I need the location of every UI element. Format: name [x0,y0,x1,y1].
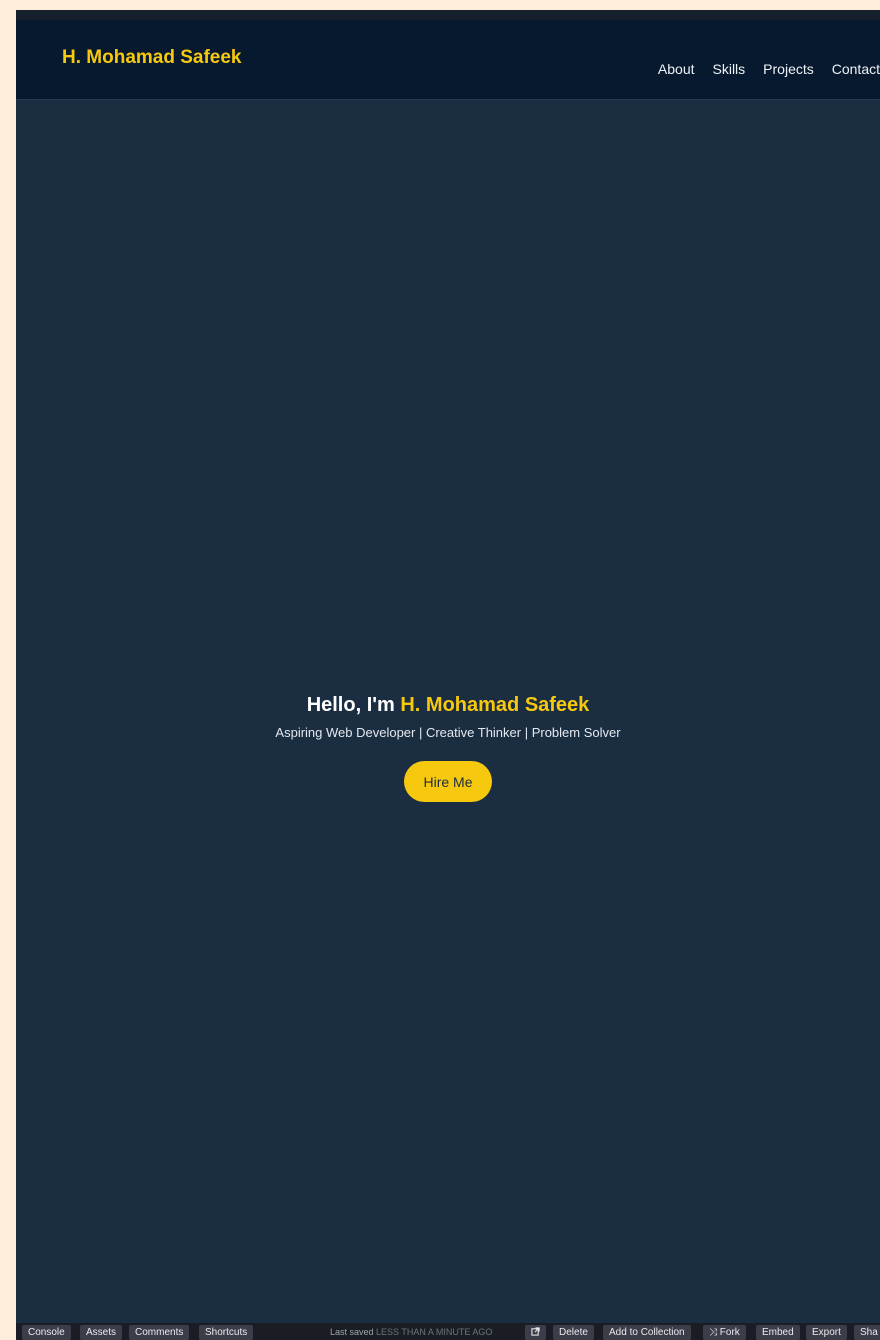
main-nav: About Skills Projects Contact [658,61,880,77]
last-saved-label: Last saved [330,1327,374,1337]
site-header: H. Mohamad Safeek About Skills Projects … [16,20,880,100]
fork-button[interactable]: ⤨ Fork [703,1325,746,1340]
nav-about[interactable]: About [658,61,695,77]
hero-section: Hello, I'm H. Mohamad Safeek Aspiring We… [16,694,880,802]
last-saved-status: Last saved LESS THAN A MINUTE AGO [330,1325,492,1340]
fork-icon: ⤨ [709,1327,720,1338]
assets-button[interactable]: Assets [80,1325,123,1340]
hero-name: H. Mohamad Safeek [400,694,590,716]
preview-frame: H. Mohamad Safeek About Skills Projects … [16,10,880,1326]
top-strip [16,10,880,20]
hero-greeting: Hello, I'm [306,694,395,716]
editor-bottom-bar: Console Assets Comments Shortcuts Last s… [16,1323,880,1340]
external-link-icon[interactable] [525,1325,546,1340]
export-button[interactable]: Export [806,1325,847,1340]
console-button[interactable]: Console [22,1325,71,1340]
nav-projects[interactable]: Projects [763,61,814,77]
nav-contact[interactable]: Contact [832,61,880,77]
shortcuts-button[interactable]: Shortcuts [199,1325,254,1340]
delete-button[interactable]: Delete [553,1325,594,1340]
comments-button[interactable]: Comments [129,1325,190,1340]
share-button[interactable]: Sha [854,1325,880,1340]
hero-heading: Hello, I'm H. Mohamad Safeek [16,694,880,717]
embed-button[interactable]: Embed [756,1325,800,1340]
fork-label: Fork [719,1327,740,1338]
last-saved-time: LESS THAN A MINUTE AGO [376,1327,493,1337]
hire-me-button[interactable]: Hire Me [404,761,492,802]
add-to-collection-button[interactable]: Add to Collection [603,1325,691,1340]
hero-tagline: Aspiring Web Developer | Creative Thinke… [275,725,621,740]
site-logo[interactable]: H. Mohamad Safeek [62,47,242,69]
nav-skills[interactable]: Skills [713,61,746,77]
